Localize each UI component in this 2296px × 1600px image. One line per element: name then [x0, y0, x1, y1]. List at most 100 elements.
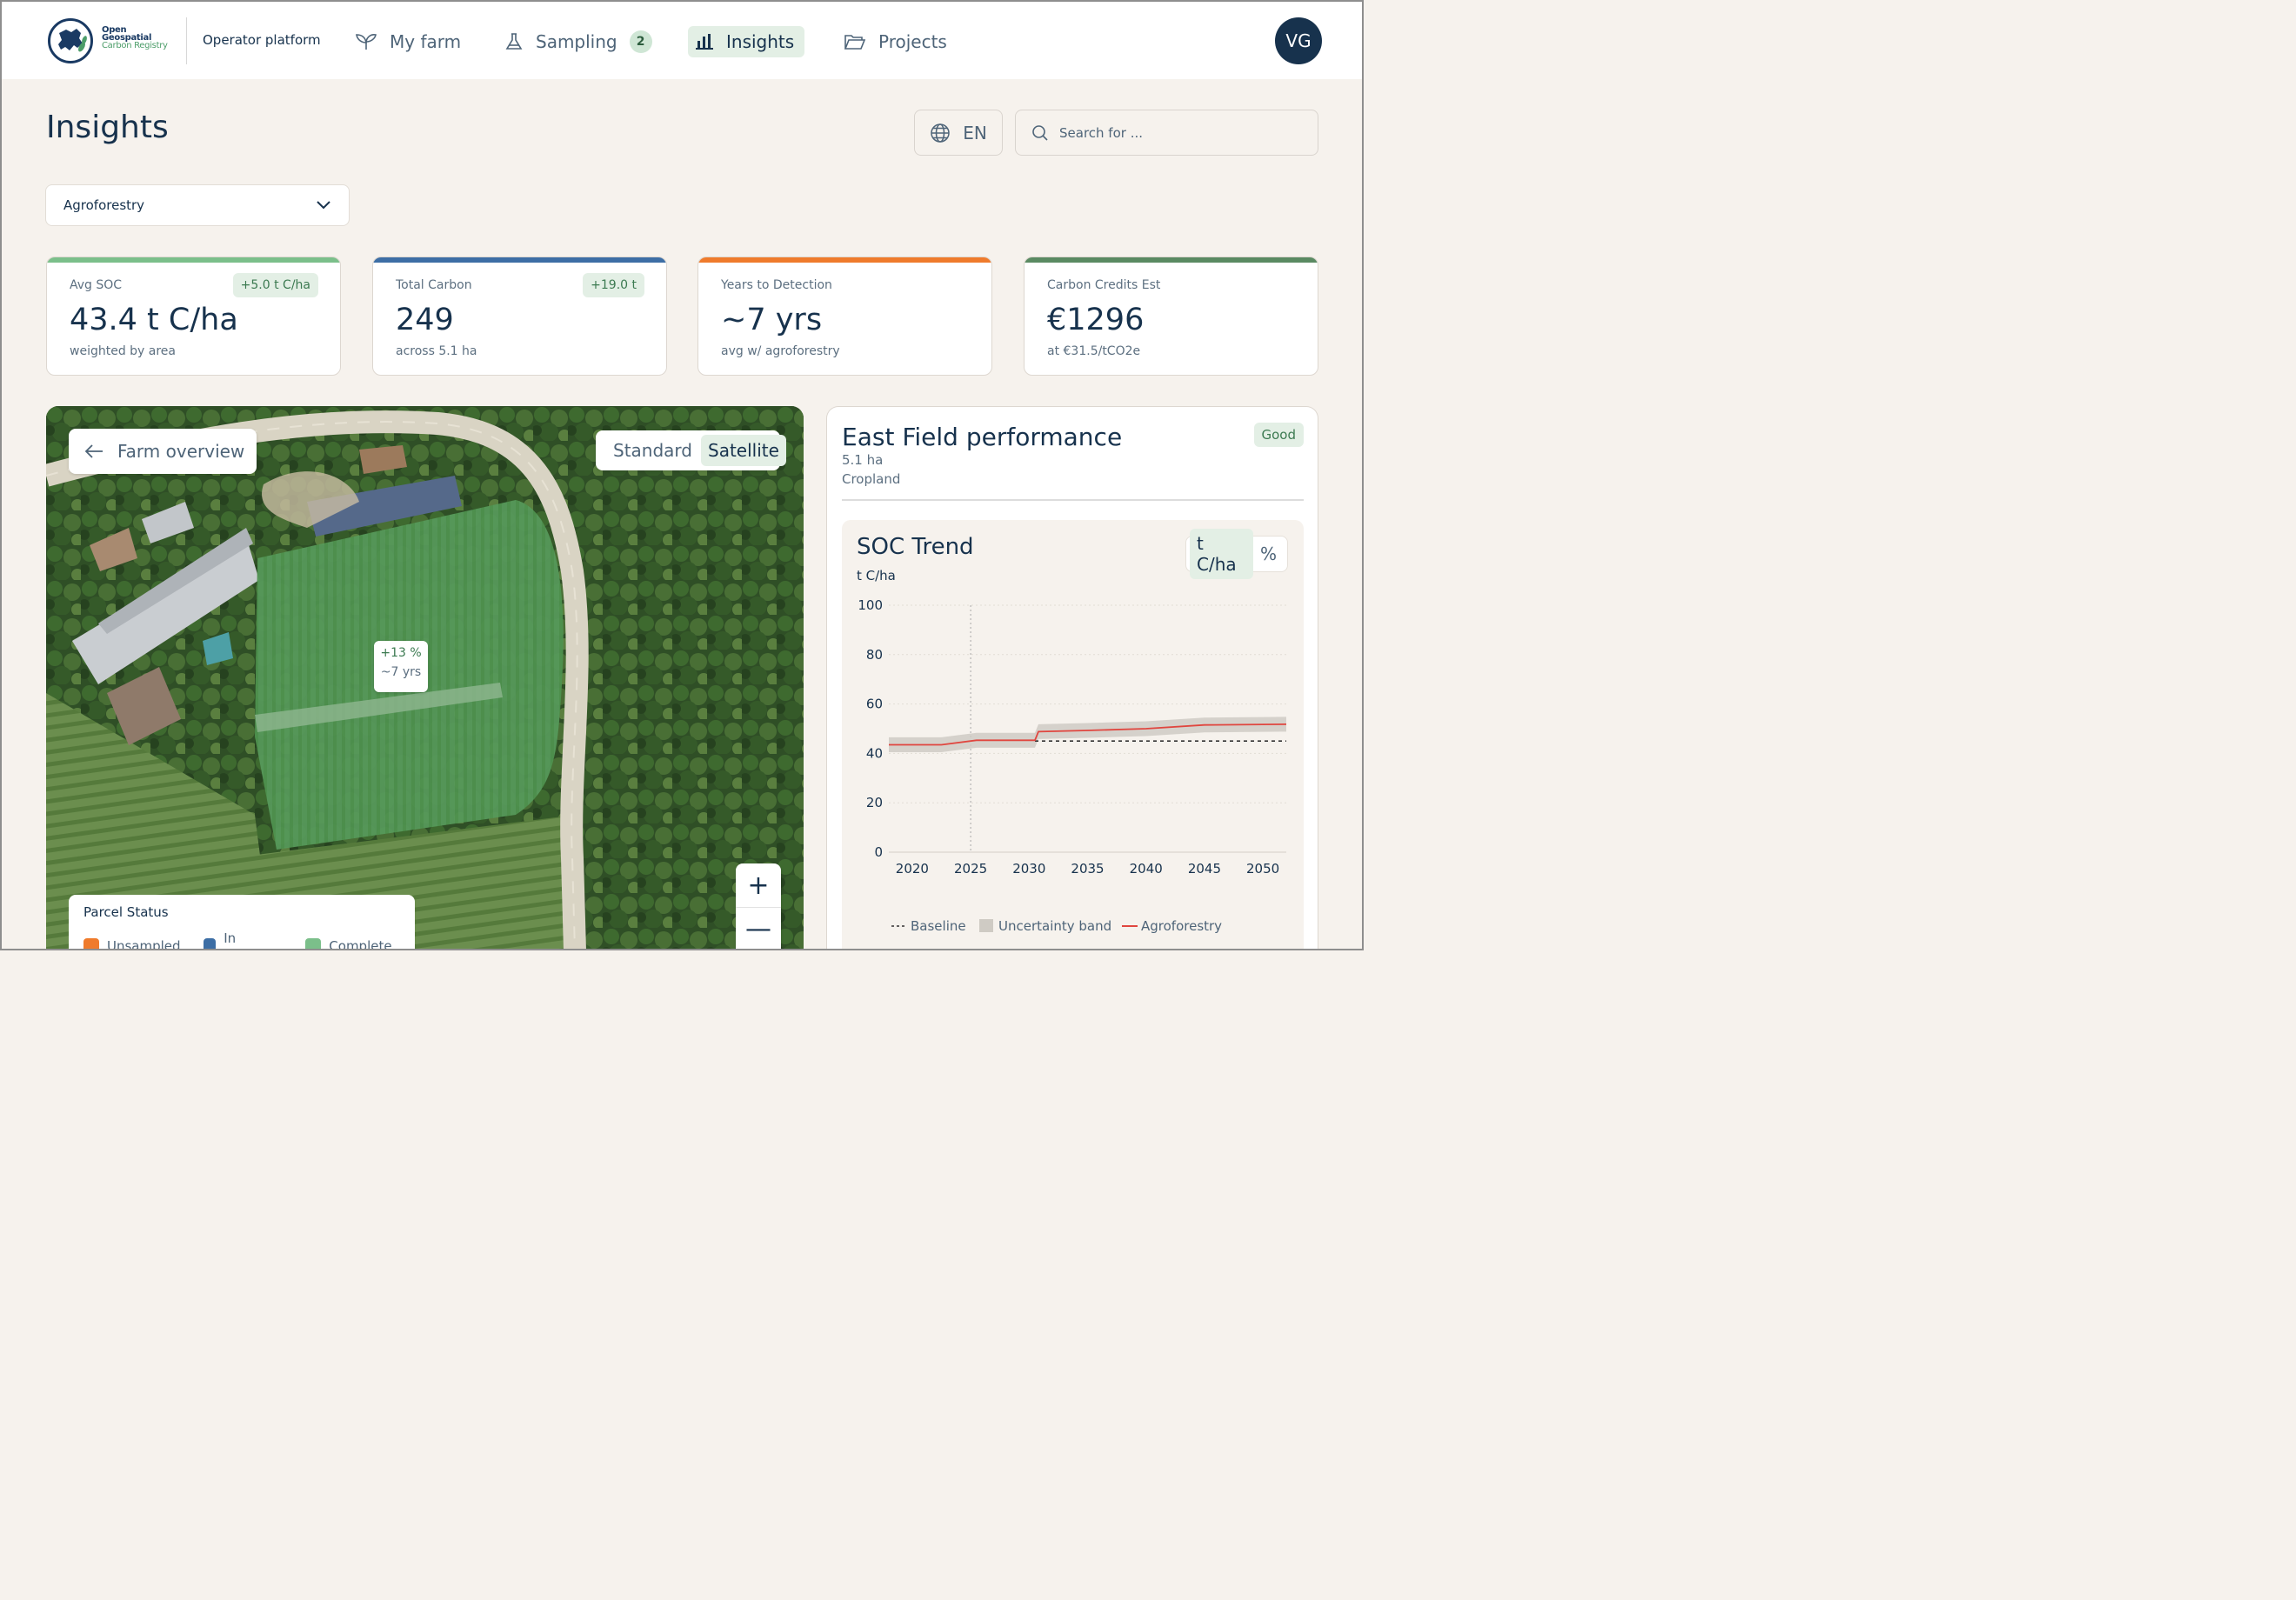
kpi-value: 43.4 t C/ha [70, 303, 238, 337]
brand-wordmark: Open Geospatial Carbon Registry [102, 25, 168, 50]
x-tick-label: 2035 [1071, 861, 1104, 877]
parcel-years: ~7 yrs [380, 665, 422, 679]
search-box [1015, 110, 1318, 156]
kpi-accent-bar [47, 257, 340, 263]
nav-my-farm-label: My farm [390, 31, 462, 52]
platform-label: Operator platform [203, 32, 321, 48]
field-area: 5.1 ha [842, 452, 884, 468]
map-view-satellite[interactable]: Satellite [701, 435, 786, 466]
kpi-accent-bar [373, 257, 666, 263]
legend-title: Parcel Status [83, 904, 169, 920]
scenario-select[interactable]: Agroforestry [45, 184, 350, 226]
chart-unit-label: t C/ha [857, 568, 896, 583]
parcel-soc-change: +13 % [380, 646, 422, 660]
kpi-delta-badge: +5.0 t C/ha [232, 273, 318, 297]
legend-label: Baseline [911, 918, 966, 934]
language-label: EN [963, 122, 987, 143]
soc-trend-card: SOC Trend t C/ha t C/ha % 0 20 40 60 80 100 20… [842, 520, 1304, 951]
nav-my-farm[interactable]: My farm [348, 26, 468, 57]
x-tick-label: 2020 [896, 861, 929, 877]
brand-logo[interactable]: Open Geospatial Carbon Registry [48, 18, 171, 65]
map-view-standard[interactable]: Standard [606, 435, 699, 466]
legend-item-in-progress: In progress [203, 930, 284, 950]
kpi-card-carbon-credits: Carbon Credits Est €1296 at €31.5/tCO2e [1024, 257, 1318, 376]
kpi-label: Avg SOC [70, 278, 123, 292]
nav-projects-label: Projects [878, 31, 947, 52]
y-tick-label: 20 [866, 795, 883, 810]
unit-option-percent[interactable]: % [1253, 539, 1284, 569]
legend-label: Uncertainty band [998, 918, 1111, 934]
kpi-subtitle: avg w/ agroforestry [721, 344, 840, 358]
kpi-label: Years to Detection [721, 278, 832, 292]
kpi-label: Total Carbon [396, 278, 472, 292]
satellite-map[interactable]: Farm overview Standard Satellite +13 % ~… [46, 406, 804, 950]
kpi-value: 249 [396, 303, 454, 337]
search-input[interactable] [1059, 124, 1303, 141]
scenario-select-value: Agroforestry [63, 197, 145, 213]
legend-label: In progress [224, 930, 280, 950]
eu-map-logo-icon [48, 18, 93, 63]
y-tick-label: 80 [866, 647, 883, 663]
legend-label: Agroforestry [1141, 918, 1222, 934]
legend-marker-band [979, 919, 993, 932]
arrow-left-icon [84, 444, 103, 458]
x-tick-label: 2030 [1012, 861, 1045, 877]
page-title: Insights [46, 110, 169, 145]
zoom-in-button[interactable]: + [736, 863, 781, 907]
kpi-subtitle: weighted by area [70, 344, 176, 358]
zoom-out-button[interactable]: — [736, 907, 781, 950]
y-tick-label: 40 [866, 745, 883, 761]
nav-projects[interactable]: Projects [837, 26, 954, 57]
chevron-down-icon [317, 201, 330, 210]
nav-sampling[interactable]: Sampling 2 [497, 26, 659, 57]
brand-divider [186, 17, 187, 64]
field-title: East Field performance [842, 423, 1123, 451]
bar-chart-icon [696, 34, 713, 50]
legend-swatch [305, 938, 322, 950]
parcel-status-legend: Parcel Status Unsampled In progress Comp… [69, 895, 415, 950]
flask-icon [505, 33, 523, 50]
user-avatar[interactable]: VG [1275, 17, 1322, 64]
legend-item-complete: Complete [305, 930, 392, 950]
kpi-label: Carbon Credits Est [1047, 278, 1161, 292]
x-tick-label: 2045 [1188, 861, 1221, 877]
y-tick-label: 100 [858, 597, 883, 613]
farm-overview-back-button[interactable]: Farm overview [69, 429, 257, 474]
y-tick-label: 0 [874, 844, 883, 860]
field-land-use: Cropland [842, 471, 901, 487]
globe-icon [931, 123, 950, 143]
unit-option-tc-ha[interactable]: t C/ha [1190, 529, 1253, 579]
x-tick-label: 2050 [1246, 861, 1279, 877]
top-navigation-bar: Open Geospatial Carbon Registry Operator… [2, 2, 1362, 79]
legend-label: Unsampled [107, 938, 181, 950]
farm-overview-label: Farm overview [117, 441, 245, 462]
sampling-count-badge: 2 [629, 30, 652, 53]
field-performance-panel: East Field performance Good 5.1 ha Cropl… [826, 406, 1318, 951]
legend-item-unsampled: Unsampled [83, 930, 181, 950]
parcel-tooltip: +13 % ~7 yrs [374, 641, 428, 692]
map-view-toggle: Standard Satellite [596, 430, 786, 470]
legend-swatch [203, 938, 217, 950]
sprout-icon [356, 34, 377, 50]
chart-title: SOC Trend [857, 534, 974, 560]
nav-insights-label: Insights [726, 31, 795, 52]
kpi-value: ~7 yrs [721, 303, 823, 337]
nav-insights[interactable]: Insights [688, 26, 804, 57]
x-tick-label: 2040 [1130, 861, 1163, 877]
kpi-subtitle: across 5.1 ha [396, 344, 477, 358]
language-button[interactable]: EN [914, 110, 1003, 156]
search-icon [1032, 124, 1048, 141]
panel-divider [842, 499, 1304, 501]
uncertainty-band [889, 717, 1286, 752]
kpi-value: €1296 [1047, 303, 1145, 337]
kpi-card-years-to-detection: Years to Detection ~7 yrs avg w/ agrofor… [697, 257, 992, 376]
legend-label: Complete [329, 938, 392, 950]
soc-trend-chart: 0204060801002020 2025 2030 2035 2040 2045 2050… [858, 597, 1287, 934]
folder-open-icon [844, 35, 866, 50]
legend-swatch [83, 938, 99, 950]
kpi-card-avg-soc: Avg SOC +5.0 t C/ha 43.4 t C/ha weighted… [46, 257, 341, 376]
x-tick-label: 2025 [954, 861, 987, 877]
map-zoom-controls: + — [736, 863, 781, 950]
kpi-delta-badge: +19.0 t [583, 273, 644, 297]
kpi-subtitle: at €31.5/tCO2e [1047, 344, 1141, 358]
